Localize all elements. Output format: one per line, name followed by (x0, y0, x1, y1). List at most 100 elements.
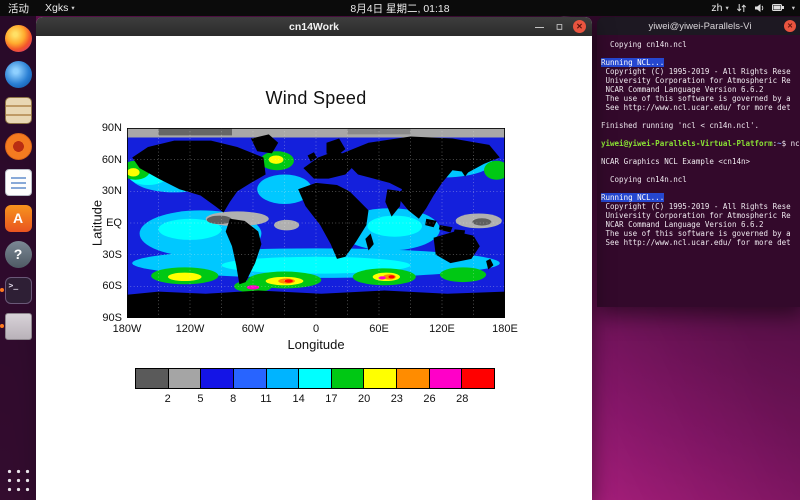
chevron-down-icon: ▾ (71, 4, 74, 12)
terminal-line: University Corporation for Atmospheric R… (601, 76, 799, 85)
terminal-line: Running NCL... (601, 193, 799, 202)
terminal-line: Copying cn14n.ncl (601, 40, 799, 49)
app-menu-label: Xgks (45, 2, 68, 14)
colorbar-label: 2 (156, 393, 180, 405)
thunderbird-icon (5, 61, 32, 88)
terminal-close-button[interactable]: ✕ (784, 20, 796, 32)
colorbar-label: 23 (385, 393, 409, 405)
dock-item-show-applications[interactable] (3, 465, 33, 495)
dock-item-rhythmbox[interactable] (3, 131, 33, 161)
x-tick-label: 180W (102, 323, 152, 335)
colorbar-cell (331, 368, 365, 389)
colorbar-cell (135, 368, 169, 389)
x-tick-label: 60W (228, 323, 278, 335)
terminal-line: See http://www.ncl.ucar.edu/ for more de… (601, 103, 799, 112)
y-tick-label: 30N (74, 185, 122, 197)
colorbar-cell (168, 368, 202, 389)
plot-window-titlebar[interactable]: cn14Work — ◻ ✕ (36, 17, 592, 36)
y-tick-label: 90S (74, 312, 122, 324)
y-axis-label: Latitude (90, 200, 105, 246)
colorbar-cell (396, 368, 430, 389)
world-map (127, 128, 505, 318)
dock-item-writer[interactable] (3, 167, 33, 197)
plot-window-title: cn14Work (289, 21, 339, 33)
colorbar-label: 5 (188, 393, 212, 405)
xgks-window-icon (5, 313, 32, 340)
maximize-button[interactable]: ◻ (553, 20, 566, 33)
software-icon: A (5, 205, 32, 232)
close-button[interactable]: ✕ (573, 20, 586, 33)
help-icon: ? (5, 241, 32, 268)
terminal-line: NCAR Command Language Version 6.6.2 (601, 85, 799, 94)
colorbar-label: 28 (450, 393, 474, 405)
network-icon[interactable] (736, 3, 747, 13)
terminal-title: yiwei@yiwei-Parallels-Vi (649, 21, 752, 32)
system-menu-chevron-icon[interactable]: ▾ (792, 4, 795, 12)
world-map-svg (127, 128, 505, 318)
activities-button[interactable]: 活动 (8, 1, 29, 16)
colorbar-cell (429, 368, 463, 389)
x-tick-label: 120W (165, 323, 215, 335)
colorbar-cell (266, 368, 300, 389)
writer-icon (5, 169, 32, 196)
colorbar-labels: 25811141720232628 (135, 393, 495, 406)
terminal-line (601, 112, 799, 121)
chart-title: Wind Speed (127, 88, 505, 109)
terminal-line: Copyright (C) 1995-2019 - All Rights Res… (601, 202, 799, 211)
input-method-label: zh (711, 2, 722, 14)
terminal-line: University Corporation for Atmospheric R… (601, 211, 799, 220)
dock-item-software[interactable]: A (3, 203, 33, 233)
terminal-line (601, 166, 799, 175)
dock-item-firefox[interactable] (3, 23, 33, 53)
help-glyph: ? (14, 246, 23, 262)
dock-item-terminal[interactable]: >_ (3, 275, 33, 305)
terminal-body[interactable]: Copying cn14n.ncl Running NCL... Copyrig… (597, 35, 800, 307)
terminal-line: Copying cn14n.ncl (601, 175, 799, 184)
running-indicator-dot (0, 288, 4, 292)
terminal-window: yiwei@yiwei-Parallels-Vi ✕ Copying cn14n… (597, 17, 800, 307)
colorbar-cell (363, 368, 397, 389)
plot-window: cn14Work — ◻ ✕ Wind Speed Latitude (36, 17, 592, 500)
terminal-line: Copyright (C) 1995-2019 - All Rights Res… (601, 67, 799, 76)
app-menu[interactable]: Xgks ▾ (45, 2, 75, 14)
terminal-line: The use of this software is governed by … (601, 229, 799, 238)
desktop: { "topbar": { "activities_label": "活动", … (0, 0, 800, 500)
y-tick-label: 60S (74, 280, 122, 292)
dock-item-xgks-window[interactable] (3, 311, 33, 341)
volume-icon[interactable] (754, 3, 765, 13)
x-tick-label: 60E (354, 323, 404, 335)
clock[interactable]: 8月4日 星期二, 01:18 (350, 1, 449, 16)
dock-item-thunderbird[interactable] (3, 59, 33, 89)
terminal-titlebar[interactable]: yiwei@yiwei-Parallels-Vi ✕ (597, 17, 800, 35)
colorbar-label: 11 (254, 393, 278, 405)
dock: A? >_ (0, 16, 36, 500)
colorbar-label: 14 (287, 393, 311, 405)
terminal-line (601, 148, 799, 157)
firefox-icon (5, 25, 32, 52)
terminal-line (601, 49, 799, 58)
terminal-line: yiwei@yiwei-Parallels-Virtual-Platform:~… (601, 139, 799, 148)
rhythmbox-icon (5, 133, 32, 160)
dock-item-help[interactable]: ? (3, 239, 33, 269)
terminal-glyph: >_ (9, 281, 19, 290)
minimize-button[interactable]: — (533, 20, 546, 33)
colorbar-cell (461, 368, 495, 389)
colorbar-label: 26 (418, 393, 442, 405)
input-method-indicator[interactable]: zh ▾ (711, 2, 728, 14)
battery-icon[interactable] (772, 3, 785, 13)
x-tick-label: 120E (417, 323, 467, 335)
terminal-line: See http://www.ncl.ucar.edu/ for more de… (601, 238, 799, 247)
colorbar-label: 8 (221, 393, 245, 405)
colorbar-cell (200, 368, 234, 389)
y-tick-label: 30S (74, 249, 122, 261)
colorbar-cell (298, 368, 332, 389)
chevron-down-icon: ▾ (725, 4, 728, 12)
terminal-line (601, 184, 799, 193)
terminal-icon: >_ (5, 277, 32, 304)
software-glyph: A (13, 210, 23, 226)
terminal-line: NCAR Graphics NCL Example <cn14n> (601, 157, 799, 166)
y-tick-label: 90N (74, 122, 122, 134)
top-bar: 活动 Xgks ▾ 8月4日 星期二, 01:18 zh ▾ ▾ (0, 0, 800, 16)
terminal-line: The use of this software is governed by … (601, 94, 799, 103)
dock-item-files[interactable] (3, 95, 33, 125)
